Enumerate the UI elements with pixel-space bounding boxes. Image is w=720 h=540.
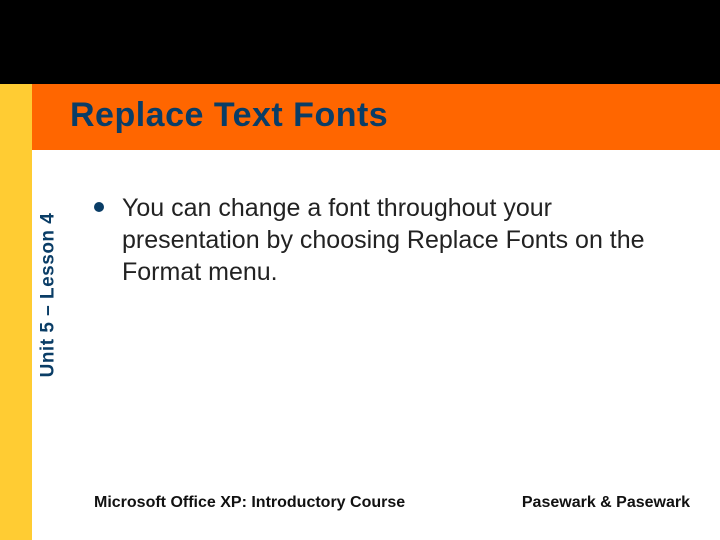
- bullet-row: You can change a font throughout your pr…: [94, 192, 684, 288]
- sidebar-label-wrap: Unit 5 – Lesson 4: [34, 170, 62, 420]
- left-accent-bar: [0, 84, 32, 540]
- bullet-text: You can change a font throughout your pr…: [122, 192, 684, 288]
- slide-title: Replace Text Fonts: [70, 96, 388, 135]
- top-black-band: [0, 0, 720, 84]
- footer-left: Microsoft Office XP: Introductory Course: [94, 494, 405, 512]
- slide: Replace Text Fonts Unit 5 – Lesson 4 You…: [0, 0, 720, 540]
- slide-body: You can change a font throughout your pr…: [94, 192, 684, 288]
- footer-right: Pasewark & Pasewark: [522, 494, 690, 512]
- bullet-icon: [94, 202, 104, 212]
- sidebar-label: Unit 5 – Lesson 4: [37, 213, 59, 378]
